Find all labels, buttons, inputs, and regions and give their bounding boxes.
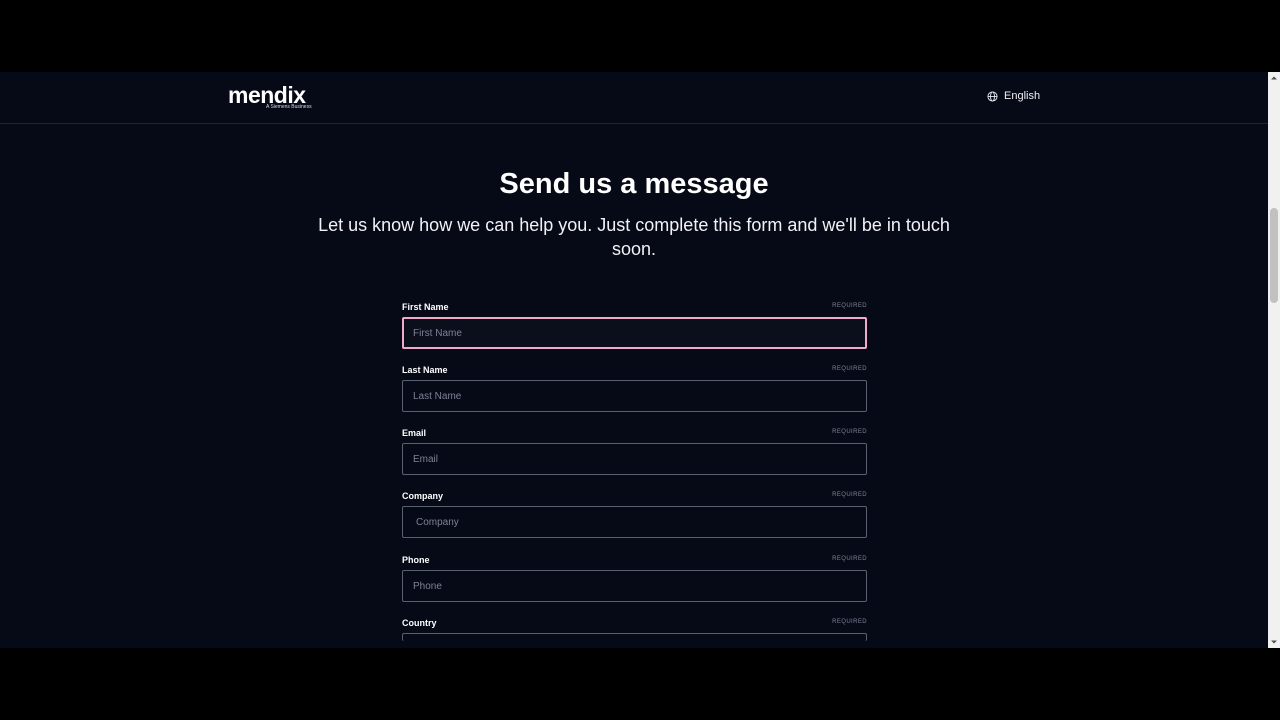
last-name-label: Last Name: [402, 365, 448, 375]
email-label: Email: [402, 428, 427, 438]
phone-label: Phone: [402, 555, 430, 565]
email-input[interactable]: [402, 443, 867, 475]
page-title: Send us a message: [499, 168, 769, 200]
last-name-input[interactable]: [402, 380, 867, 412]
scroll-up-arrow-icon[interactable]: [1268, 72, 1280, 84]
language-label: English: [1004, 90, 1041, 102]
page-subtitle: Let us know how we can help you. Just co…: [318, 215, 950, 259]
first-name-input[interactable]: [402, 317, 867, 349]
site-header: mendix A Siemens Business English: [0, 72, 1268, 124]
language-selector[interactable]: English: [987, 90, 1040, 102]
email-required: REQUIRED: [832, 429, 867, 435]
scroll-down-arrow-icon[interactable]: [1268, 636, 1280, 648]
country-required: REQUIRED: [832, 619, 867, 625]
mendix-logo[interactable]: mendix A Siemens Business: [228, 82, 328, 112]
first-name-required: REQUIRED: [832, 303, 867, 309]
browser-viewport: mendix A Siemens Business English Send u…: [0, 72, 1280, 648]
logo-tagline: A Siemens Business: [266, 104, 312, 110]
company-required: REQUIRED: [832, 492, 867, 498]
phone-required: REQUIRED: [832, 556, 867, 562]
globe-icon: [987, 90, 998, 102]
country-label: Country: [402, 618, 437, 628]
letterbox-top: [0, 0, 1280, 72]
phone-input[interactable]: [402, 570, 867, 602]
first-name-label: First Name: [402, 302, 449, 312]
letterbox-bottom: [0, 648, 1280, 720]
scrollbar-thumb[interactable]: [1270, 208, 1278, 303]
company-label: Company: [402, 491, 444, 501]
country-select[interactable]: [402, 633, 867, 641]
company-input[interactable]: [402, 506, 867, 538]
last-name-required: REQUIRED: [832, 366, 867, 372]
page-scrollbar[interactable]: [1268, 72, 1280, 648]
